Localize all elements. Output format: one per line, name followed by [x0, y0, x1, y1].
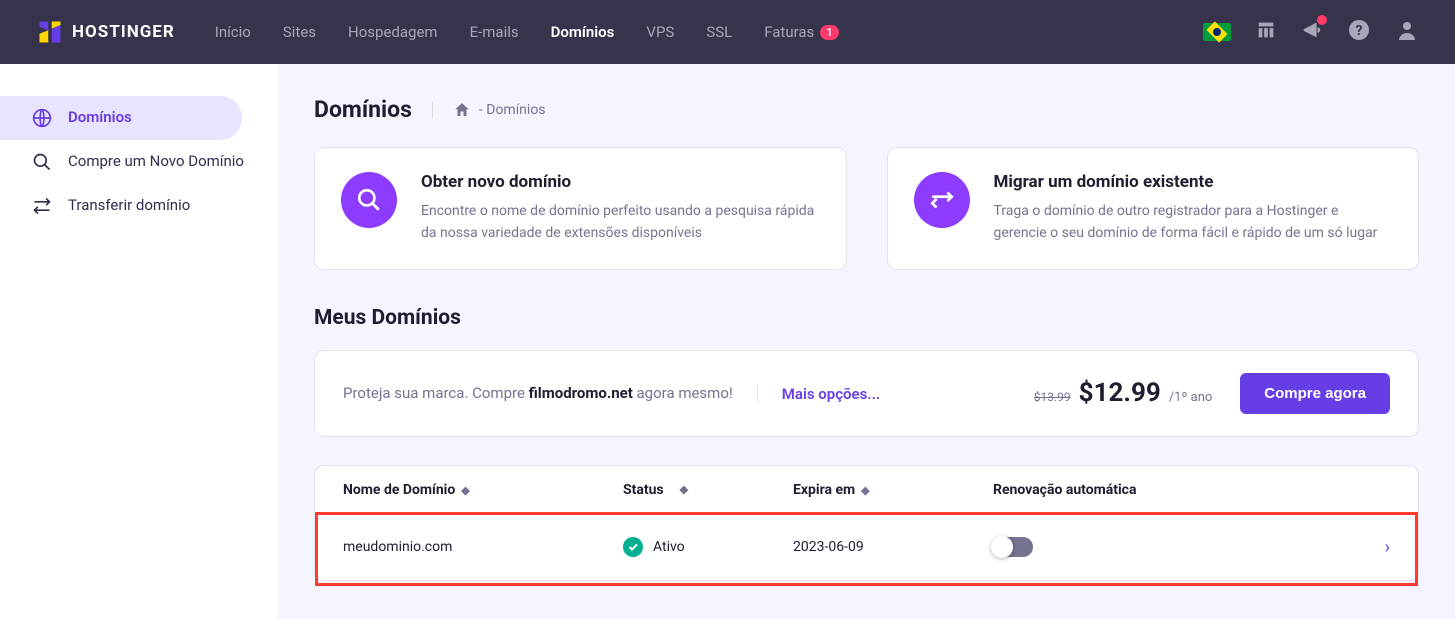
sidebar: Domínios Compre um Novo Domínio Transfer…	[0, 64, 278, 619]
domain-name-cell: meudominio.com	[343, 539, 623, 555]
nav-hospedagem[interactable]: Hospedagem	[348, 23, 438, 41]
card-title: Obter novo domínio	[421, 172, 820, 192]
col-header-status[interactable]: Status◆	[623, 482, 793, 498]
sidebar-item-compre-dominio[interactable]: Compre um Novo Domínio	[0, 140, 278, 184]
sidebar-item-label: Compre um Novo Domínio	[68, 152, 244, 172]
check-circle-icon	[623, 537, 643, 557]
col-header-renew: Renovação automática	[993, 482, 1360, 498]
domain-expires-cell: 2023-06-09	[793, 539, 993, 555]
action-cards-row: Obter novo domínio Encontre o nome de do…	[314, 147, 1419, 270]
sort-icon: ◆	[461, 484, 469, 497]
card-desc: Traga o domínio de outro registrador par…	[994, 200, 1393, 245]
svg-text:?: ?	[1356, 23, 1363, 39]
nav-dominios[interactable]: Domínios	[551, 23, 615, 41]
faturas-badge: 1	[820, 25, 838, 40]
search-icon	[32, 152, 52, 172]
notification-dot-icon	[1317, 15, 1327, 25]
nav-faturas[interactable]: Faturas 1	[764, 23, 838, 41]
domains-table: Nome de Domínio◆ Status◆ Expira em◆ Reno…	[314, 465, 1419, 581]
chevron-right-icon: ›	[1385, 537, 1390, 558]
nav-vps[interactable]: VPS	[646, 23, 674, 41]
store-icon[interactable]	[1255, 19, 1277, 45]
brand-logo[interactable]: HOSTINGER	[36, 18, 175, 46]
col-header-expires[interactable]: Expira em◆	[793, 482, 993, 498]
price-period: /1º ano	[1169, 390, 1212, 405]
nav-sites[interactable]: Sites	[283, 23, 316, 41]
brand-name: HOSTINGER	[72, 22, 175, 42]
old-price: $13.99	[1034, 390, 1071, 404]
domain-renew-cell	[993, 537, 1360, 557]
card-title: Migrar um domínio existente	[994, 172, 1393, 192]
profile-icon[interactable]	[1395, 18, 1419, 46]
new-price: $12.99	[1079, 378, 1161, 408]
home-icon	[453, 101, 471, 119]
table-row[interactable]: meudominio.com Ativo 2023-06-09 ›	[315, 515, 1418, 580]
section-title-meus-dominios: Meus Domínios	[314, 306, 1419, 330]
col-header-name[interactable]: Nome de Domínio◆	[343, 482, 623, 498]
card-obter-dominio[interactable]: Obter novo domínio Encontre o nome de do…	[314, 147, 847, 270]
buy-now-button[interactable]: Compre agora	[1240, 373, 1390, 414]
nav-ssl[interactable]: SSL	[706, 23, 732, 41]
card-migrar-dominio[interactable]: Migrar um domínio existente Traga o domí…	[887, 147, 1420, 270]
page-header: Domínios - Domínios	[314, 96, 1419, 123]
auto-renew-toggle[interactable]	[993, 537, 1033, 557]
main-nav: Início Sites Hospedagem E-mails Domínios…	[215, 23, 1203, 41]
help-icon[interactable]: ?	[1347, 18, 1371, 46]
header-actions: ?	[1203, 18, 1419, 46]
promo-text: Proteja sua marca. Compre filmodromo.net…	[343, 384, 733, 402]
sidebar-item-label: Transferir domínio	[68, 196, 190, 216]
card-desc: Encontre o nome de domínio perfeito usan…	[421, 200, 820, 245]
announcements-icon[interactable]	[1301, 19, 1323, 45]
promo-more-link[interactable]: Mais opções...	[757, 384, 904, 403]
hostinger-logo-icon	[36, 18, 64, 46]
row-expand[interactable]: ›	[1360, 537, 1390, 558]
nav-inicio[interactable]: Início	[215, 23, 251, 41]
main-header: HOSTINGER Início Sites Hospedagem E-mail…	[0, 0, 1455, 64]
page-title: Domínios	[314, 96, 412, 123]
sidebar-item-dominios[interactable]: Domínios	[0, 96, 242, 140]
sidebar-item-label: Domínios	[68, 108, 132, 128]
search-circle-icon	[341, 172, 397, 228]
globe-icon	[32, 108, 52, 128]
promo-card: Proteja sua marca. Compre filmodromo.net…	[314, 350, 1419, 437]
breadcrumb[interactable]: - Domínios	[432, 101, 546, 119]
table-header-row: Nome de Domínio◆ Status◆ Expira em◆ Reno…	[315, 466, 1418, 515]
locale-flag-icon[interactable]	[1203, 23, 1231, 41]
sort-icon: ◆	[861, 484, 869, 497]
promo-price: $13.99 $12.99/1º ano	[1034, 378, 1213, 408]
sidebar-item-transferir[interactable]: Transferir domínio	[0, 184, 278, 228]
transfer-icon	[32, 196, 52, 216]
transfer-circle-icon	[914, 172, 970, 228]
content-area: Domínios - Domínios Obter novo domínio E…	[278, 64, 1455, 619]
sort-icon: ◆	[680, 483, 688, 496]
nav-emails[interactable]: E-mails	[470, 23, 519, 41]
breadcrumb-text: - Domínios	[479, 102, 546, 118]
domain-status-cell: Ativo	[623, 537, 793, 557]
